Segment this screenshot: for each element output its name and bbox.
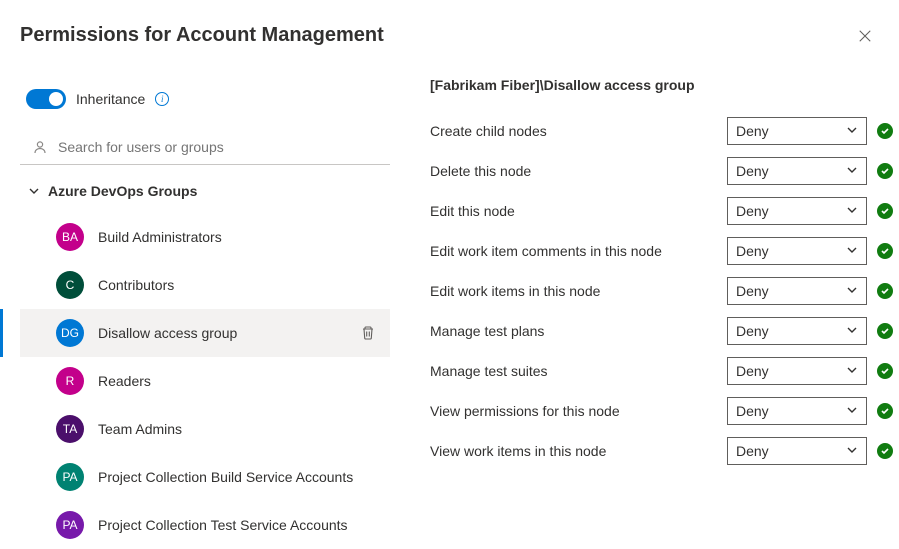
permission-row: Manage test plans Deny [430,311,899,351]
left-panel: Inheritance i Azure DevOps Groups BA Buil… [0,71,390,549]
search-box[interactable] [20,129,390,165]
avatar: PA [56,511,84,539]
permission-select[interactable]: Deny [727,117,867,145]
success-icon [877,283,893,299]
permission-select[interactable]: Deny [727,197,867,225]
group-item[interactable]: DG Disallow access group [20,309,390,357]
chevron-down-icon [846,163,858,179]
permission-select[interactable]: Deny [727,277,867,305]
dialog-header: Permissions for Account Management [0,0,899,47]
permission-value: Deny [736,403,769,419]
group-item[interactable]: PA Project Collection Build Service Accou… [20,453,390,501]
group-item[interactable]: BA Build Administrators [20,213,390,261]
chevron-down-icon [846,203,858,219]
avatar: BA [56,223,84,251]
permission-value: Deny [736,323,769,339]
permission-value: Deny [736,203,769,219]
group-label: Team Admins [98,421,380,437]
search-input[interactable] [56,138,382,156]
success-icon [877,203,893,219]
group-label: Project Collection Build Service Account… [98,469,380,485]
group-label: Contributors [98,277,380,293]
permission-select[interactable]: Deny [727,397,867,425]
success-icon [877,243,893,259]
permission-row: View permissions for this node Deny [430,391,899,431]
permission-label: Delete this node [430,163,717,179]
permission-label: View work items in this node [430,443,717,459]
avatar: PA [56,463,84,491]
group-item[interactable]: TA Team Admins [20,405,390,453]
right-panel: [Fabrikam Fiber]\Disallow access group C… [390,71,899,549]
chevron-down-icon [846,363,858,379]
chevron-down-icon [846,323,858,339]
close-icon [858,29,872,43]
chevron-down-icon [846,123,858,139]
permission-label: View permissions for this node [430,403,717,419]
delete-group-button[interactable] [360,325,376,341]
chevron-down-icon [846,243,858,259]
permission-row: Manage test suites Deny [430,351,899,391]
close-button[interactable] [855,26,875,46]
permission-value: Deny [736,163,769,179]
permission-row: Create child nodes Deny [430,111,899,151]
person-icon [32,139,48,155]
avatar: DG [56,319,84,347]
permission-label: Edit work item comments in this node [430,243,717,259]
permission-value: Deny [736,283,769,299]
permission-value: Deny [736,363,769,379]
inheritance-row: Inheritance i [20,81,390,117]
inheritance-toggle[interactable] [26,89,66,109]
chevron-down-icon [846,283,858,299]
permission-label: Edit this node [430,203,717,219]
group-label: Readers [98,373,380,389]
permission-select[interactable]: Deny [727,357,867,385]
group-list: BA Build Administrators C Contributors DG Dis… [20,213,390,549]
avatar: TA [56,415,84,443]
permission-select[interactable]: Deny [727,437,867,465]
success-icon [877,403,893,419]
permission-label: Manage test plans [430,323,717,339]
permission-select[interactable]: Deny [727,157,867,185]
permission-value: Deny [736,243,769,259]
success-icon [877,123,893,139]
chevron-down-icon [28,185,40,197]
permissions-list: Create child nodesDenyDelete this nodeDe… [430,111,899,471]
avatar: C [56,271,84,299]
success-icon [877,443,893,459]
permission-row: Edit this node Deny [430,191,899,231]
group-label: Disallow access group [98,325,346,341]
success-icon [877,163,893,179]
permission-row: Edit work items in this node Deny [430,271,899,311]
group-item[interactable]: PA Project Collection Test Service Accoun… [20,501,390,549]
permission-label: Create child nodes [430,123,717,139]
chevron-down-icon [846,443,858,459]
info-icon[interactable]: i [155,92,169,106]
page-title: Permissions for Account Management [20,24,384,47]
group-section-title: Azure DevOps Groups [48,183,197,199]
permission-row: Edit work item comments in this node Deny [430,231,899,271]
permission-row: View work items in this node Deny [430,431,899,471]
group-item[interactable]: C Contributors [20,261,390,309]
success-icon [877,323,893,339]
scope-title: [Fabrikam Fiber]\Disallow access group [430,77,899,93]
permission-value: Deny [736,123,769,139]
permission-select[interactable]: Deny [727,237,867,265]
permission-row: Delete this node Deny [430,151,899,191]
permission-label: Edit work items in this node [430,283,717,299]
permission-label: Manage test suites [430,363,717,379]
group-section-header[interactable]: Azure DevOps Groups [20,169,390,213]
permission-value: Deny [736,443,769,459]
group-item[interactable]: R Readers [20,357,390,405]
group-label: Project Collection Test Service Accounts [98,517,380,533]
trash-icon [360,325,376,341]
chevron-down-icon [846,403,858,419]
permission-select[interactable]: Deny [727,317,867,345]
success-icon [877,363,893,379]
avatar: R [56,367,84,395]
group-label: Build Administrators [98,229,380,245]
inheritance-label: Inheritance [76,91,145,107]
